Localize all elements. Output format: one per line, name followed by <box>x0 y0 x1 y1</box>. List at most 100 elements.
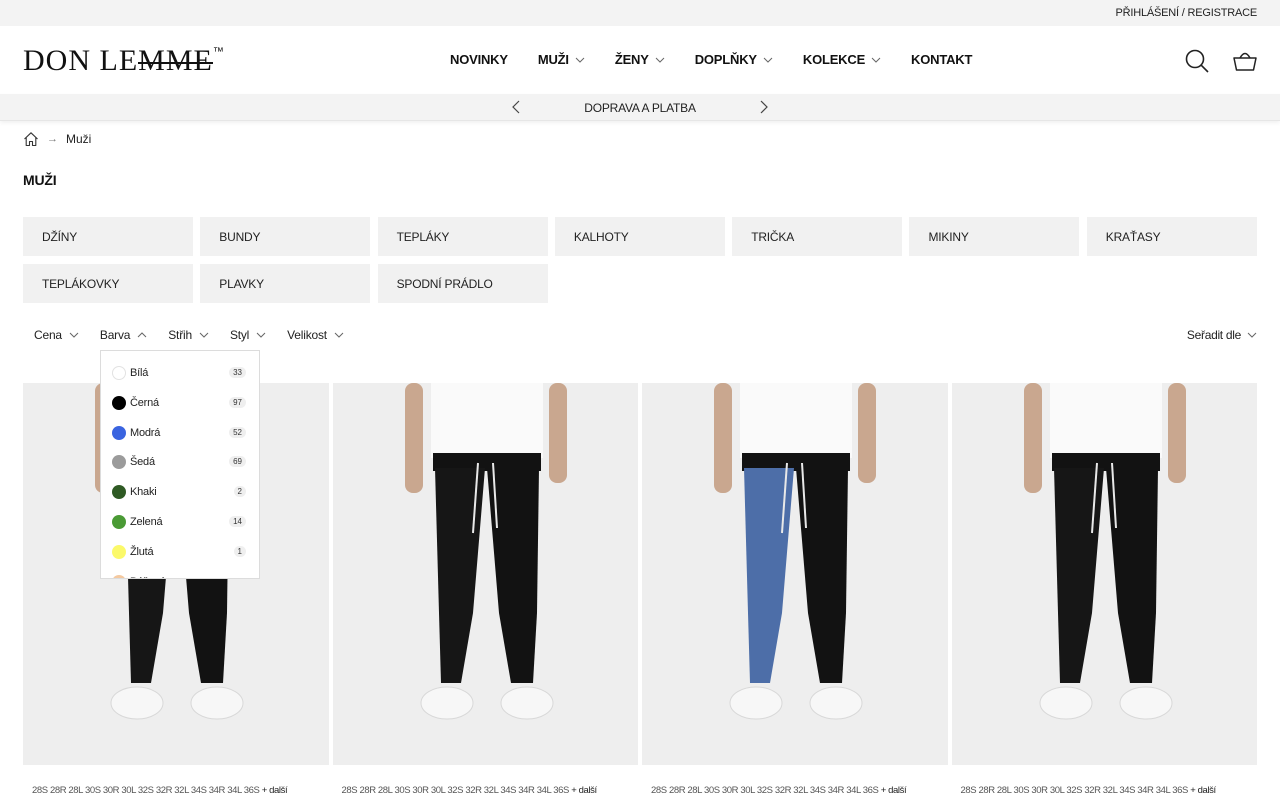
category-tile[interactable]: BUNDY <box>200 217 371 256</box>
nav-item-5[interactable]: KONTAKT <box>911 52 972 67</box>
site-header: DON LEMME™ NOVINKY MUŽI ŽENY DOPLŇKY KOLEKCE… <box>0 26 1280 94</box>
size-list: 28S 28R 28L 30S 30R 30L 32S 32R 32L 34S … <box>960 785 1189 796</box>
color-swatch <box>112 485 126 500</box>
product-sizes: 28S 28R 28L 30S 30R 30L 32S 32R 32L 34S … <box>960 785 1217 796</box>
product-card[interactable] <box>332 383 638 765</box>
category-tile[interactable]: SPODNÍ PRÁDLO <box>377 264 548 303</box>
top-bar: PŘIHLÁŠENÍ / REGISTRACE <box>0 0 1280 26</box>
logo-text-part1: DON LE <box>23 44 139 77</box>
filter-label: Střih <box>168 328 192 342</box>
color-name: Modrá <box>130 426 161 439</box>
product-sizes: 28S 28R 28L 30S 30R 30L 32S 32R 32L 34S … <box>341 785 598 796</box>
nav-item-label: ŽENY <box>614 52 649 67</box>
color-option[interactable]: Černá 97 <box>112 393 246 413</box>
category-tile[interactable]: PLAVKY <box>200 264 371 303</box>
color-count: 14 <box>229 516 246 527</box>
main-nav: NOVINKY MUŽI ŽENY DOPLŇKY KOLEKCE KONTAKT <box>450 52 972 67</box>
color-count: 97 <box>229 396 246 408</box>
more-sizes-link[interactable]: + další <box>262 785 288 796</box>
nav-item-label: NOVINKY <box>450 52 508 67</box>
nav-item-label: MUŽI <box>537 52 569 67</box>
category-tile[interactable]: TEPLÁKOVKY <box>23 264 193 303</box>
nav-item-4[interactable]: KOLEKCE <box>803 52 881 67</box>
logo-trademark: ™ <box>212 46 225 58</box>
promo-text[interactable]: DOPRAVA A PLATBA <box>0 101 1280 115</box>
color-swatch <box>112 544 126 559</box>
chevron-down-icon <box>655 57 665 63</box>
login-link[interactable]: PŘIHLÁŠENÍ <box>1115 7 1179 19</box>
more-sizes-link[interactable]: + další <box>881 785 907 796</box>
search-icon[interactable] <box>1184 48 1210 74</box>
color-option[interactable]: Žlutá 1 <box>112 542 246 562</box>
logo[interactable]: DON LEMME™ <box>23 44 225 78</box>
nav-item-0[interactable]: NOVINKY <box>450 52 508 67</box>
color-swatch <box>112 455 126 470</box>
filter-4[interactable]: Velikost <box>287 328 344 342</box>
home-icon[interactable] <box>23 131 39 147</box>
chevron-down-icon <box>256 332 266 338</box>
sort-dropdown[interactable]: Seřadit dle <box>1187 328 1257 342</box>
product-image <box>714 383 876 720</box>
color-option[interactable]: Šedá 69 <box>112 452 246 472</box>
category-tile[interactable]: KALHOTY <box>554 217 725 256</box>
color-option[interactable]: Béžová <box>112 572 246 578</box>
chevron-down-icon <box>199 332 209 338</box>
chevron-down-icon <box>575 57 585 63</box>
color-name: Zelená <box>130 516 163 528</box>
color-option[interactable]: Khaki 2 <box>112 482 246 502</box>
color-swatch <box>112 366 126 380</box>
category-tile[interactable]: TRIČKA <box>732 217 903 256</box>
breadcrumb-arrow: → <box>47 133 58 145</box>
color-option[interactable]: Bílá 33 <box>112 363 246 383</box>
color-count: 1 <box>233 545 246 557</box>
account-links: PŘIHLÁŠENÍ / REGISTRACE <box>1115 7 1257 19</box>
nav-item-1[interactable]: MUŽI <box>538 52 585 67</box>
filter-0[interactable]: Cena <box>34 328 79 342</box>
register-link[interactable]: REGISTRACE <box>1187 7 1257 19</box>
color-swatch <box>112 515 126 529</box>
filter-3[interactable]: Styl <box>230 328 266 342</box>
size-list: 28S 28R 28L 30S 30R 30L 32S 32R 32L 34S … <box>341 785 570 796</box>
account-links-separator: / <box>1181 7 1185 19</box>
product-card[interactable] <box>642 383 948 765</box>
breadcrumb-current: Muži <box>66 132 92 146</box>
filter-1[interactable]: Barva <box>100 328 147 342</box>
product-image <box>404 383 567 720</box>
filter-label: Barva <box>99 328 131 342</box>
nav-item-2[interactable]: ŽENY <box>615 52 665 67</box>
chevron-down-icon <box>871 57 881 63</box>
basket-icon[interactable] <box>1232 48 1258 74</box>
category-tile[interactable]: TEPLÁKY <box>377 217 548 256</box>
chevron-right-icon[interactable] <box>756 100 770 114</box>
nav-item-label: KONTAKT <box>911 52 973 67</box>
category-tile[interactable]: MIKINY <box>909 217 1080 256</box>
chevron-down-icon <box>763 57 773 63</box>
sort-label: Seřadit dle <box>1186 328 1241 342</box>
page-title: MUŽI <box>23 172 57 188</box>
color-count: 52 <box>229 426 246 438</box>
chevron-down-icon <box>1247 332 1257 338</box>
filter-bar: Cena Barva Střih Styl Velikost <box>34 328 365 342</box>
color-name: Bílá <box>130 367 149 379</box>
more-sizes-link[interactable]: + další <box>1190 785 1216 796</box>
color-count: 2 <box>233 486 246 498</box>
more-sizes-link[interactable]: + další <box>571 785 597 796</box>
chevron-down-icon <box>69 332 79 338</box>
color-option[interactable]: Zelená 14 <box>112 512 246 532</box>
color-filter-dropdown[interactable]: Bílá 33 Černá 97 Modrá 52 Šedá 69 Khaki 2 Zelená 14… <box>100 350 260 579</box>
size-list: 28S 28R 28L 30S 30R 30L 32S 32R 32L 34S … <box>651 785 879 796</box>
breadcrumb: → Muži <box>23 131 91 147</box>
chevron-down-icon <box>334 332 344 338</box>
category-grid: DŽÍNY BUNDY TEPLÁKY KALHOTY TRIČKA MIKINY KRAŤ… <box>23 217 1257 303</box>
color-swatch <box>112 574 126 578</box>
color-name: Žlutá <box>130 545 154 558</box>
product-card[interactable] <box>951 383 1257 765</box>
category-tile[interactable]: KRAŤASY <box>1086 217 1257 256</box>
filter-2[interactable]: Střih <box>168 328 209 342</box>
category-tile[interactable]: DŽÍNY <box>23 217 193 256</box>
color-swatch <box>112 425 126 440</box>
nav-item-label: DOPLŇKY <box>694 52 757 67</box>
nav-item-3[interactable]: DOPLŇKY <box>695 52 773 67</box>
color-option[interactable]: Modrá 52 <box>112 423 246 443</box>
promo-bar: DOPRAVA A PLATBA <box>0 94 1280 121</box>
